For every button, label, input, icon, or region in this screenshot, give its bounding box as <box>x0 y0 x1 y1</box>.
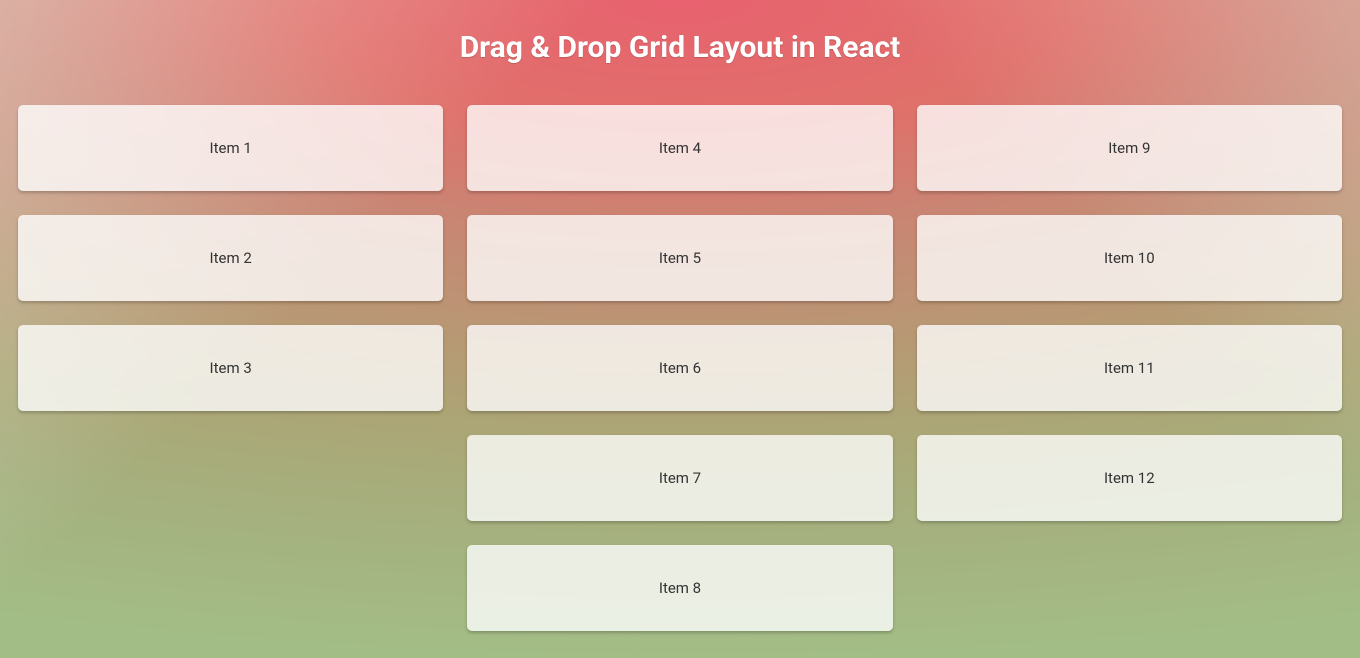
grid-item-label: Item 7 <box>659 469 701 487</box>
grid-item[interactable]: Item 9 <box>917 105 1342 191</box>
grid-item[interactable]: Item 2 <box>18 215 443 301</box>
grid-item-label: Item 5 <box>659 249 701 267</box>
grid-item-label: Item 1 <box>210 139 252 157</box>
grid-item-label: Item 8 <box>659 579 701 597</box>
grid-item[interactable]: Item 7 <box>467 435 892 521</box>
grid-column-1[interactable]: Item 1 Item 2 Item 3 <box>18 105 443 631</box>
grid-item[interactable]: Item 11 <box>917 325 1342 411</box>
grid-item-label: Item 11 <box>1104 359 1155 377</box>
grid-item-label: Item 4 <box>659 139 701 157</box>
grid-item[interactable]: Item 5 <box>467 215 892 301</box>
grid-item[interactable]: Item 3 <box>18 325 443 411</box>
grid-item[interactable]: Item 1 <box>18 105 443 191</box>
grid-column-3[interactable]: Item 9 Item 10 Item 11 Item 12 <box>917 105 1342 631</box>
grid-item[interactable]: Item 10 <box>917 215 1342 301</box>
grid-item[interactable]: Item 6 <box>467 325 892 411</box>
grid-item-label: Item 6 <box>659 359 701 377</box>
grid-container: Item 1 Item 2 Item 3 Item 4 Item 5 Item … <box>18 105 1342 631</box>
grid-column-2[interactable]: Item 4 Item 5 Item 6 Item 7 Item 8 <box>467 105 892 631</box>
page-title: Drag & Drop Grid Layout in React <box>18 30 1342 65</box>
grid-item-label: Item 9 <box>1108 139 1150 157</box>
grid-item[interactable]: Item 4 <box>467 105 892 191</box>
grid-item-label: Item 12 <box>1104 469 1155 487</box>
grid-item-label: Item 10 <box>1104 249 1155 267</box>
grid-item[interactable]: Item 8 <box>467 545 892 631</box>
grid-item-label: Item 2 <box>210 249 252 267</box>
grid-item-label: Item 3 <box>210 359 252 377</box>
grid-item[interactable]: Item 12 <box>917 435 1342 521</box>
